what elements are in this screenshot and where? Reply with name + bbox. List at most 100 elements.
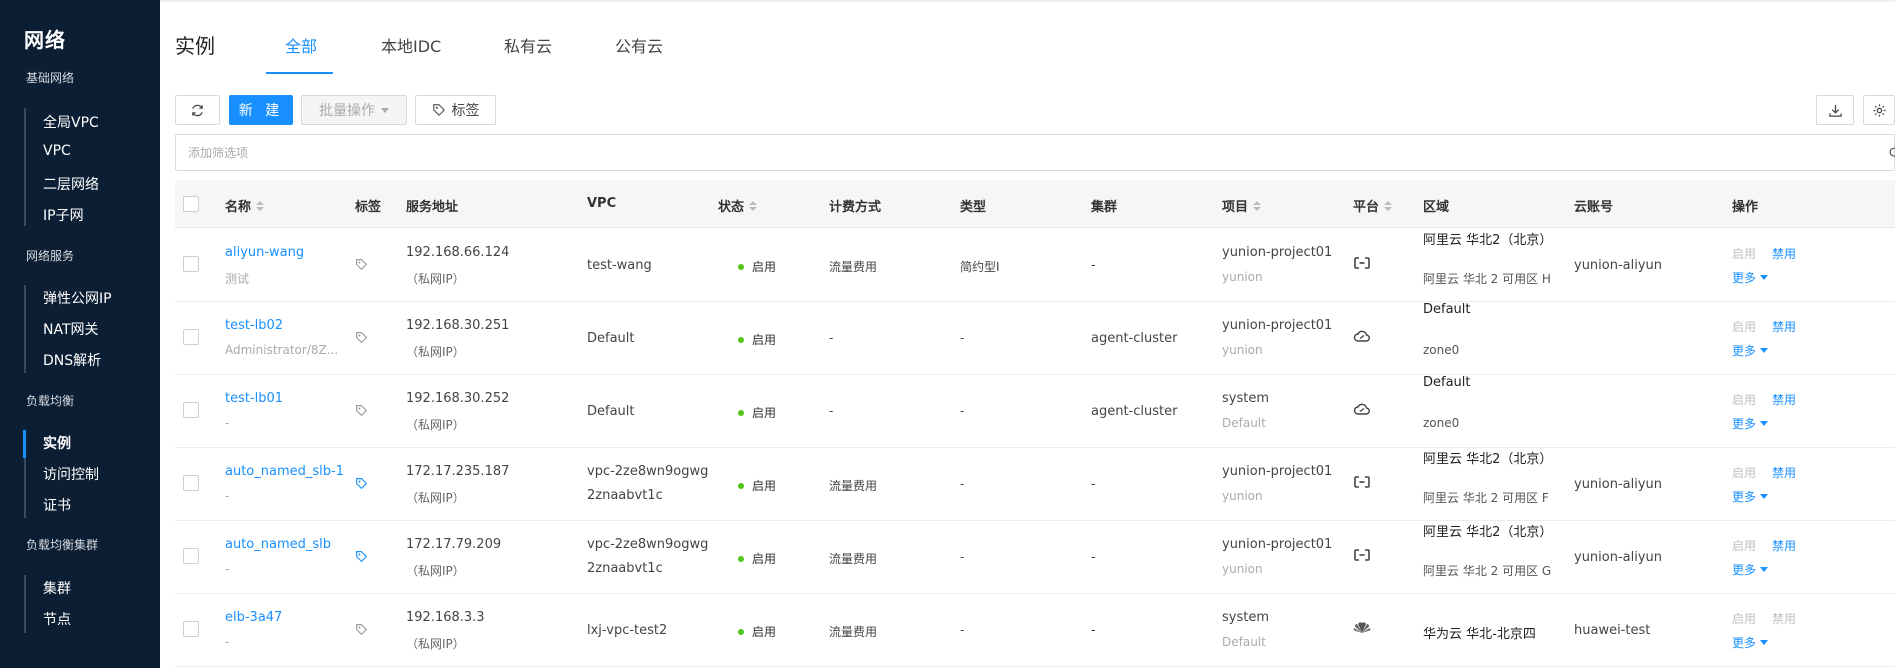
column-header-project[interactable]: 项目 — [1222, 196, 1262, 215]
column-header-region: 区域 — [1423, 196, 1449, 215]
column-header-status[interactable]: 状态 — [718, 196, 758, 215]
search-icon[interactable] — [1888, 146, 1895, 160]
page-title: 实例 — [175, 34, 215, 58]
sort-icon — [256, 200, 265, 211]
instance-description: - — [225, 416, 230, 430]
refresh-icon — [192, 104, 203, 116]
row-checkbox[interactable] — [183, 256, 199, 272]
sidebar-group-basic-network: 基础网络 — [26, 71, 75, 85]
sidebar-item-l2-network[interactable]: 二层网络 — [43, 174, 99, 194]
disable-action[interactable]: 禁用 — [1772, 464, 1796, 481]
disable-action[interactable]: 禁用 — [1772, 245, 1796, 262]
tab-public-cloud[interactable]: 公有云 — [615, 33, 663, 57]
filter-input[interactable] — [176, 135, 1826, 170]
column-header-name[interactable]: 名称 — [225, 196, 265, 215]
select-all-checkbox[interactable] — [183, 196, 199, 212]
sidebar-item-nat-gateway[interactable]: NAT网关 — [43, 319, 99, 339]
enable-action[interactable]: 启用 — [1732, 537, 1756, 554]
disable-action[interactable]: 禁用 — [1772, 610, 1796, 627]
more-actions-label: 更多 — [1732, 417, 1757, 431]
more-actions-dropdown[interactable]: 更多 — [1732, 634, 1769, 651]
sidebar-item-instance[interactable]: 实例 — [43, 433, 71, 453]
more-actions-dropdown[interactable]: 更多 — [1732, 269, 1769, 286]
tag-icon[interactable] — [355, 404, 368, 421]
sidebar-item-vpc[interactable]: VPC — [43, 143, 71, 159]
sidebar-item-acl[interactable]: 访问控制 — [43, 464, 99, 484]
instance-name-link[interactable]: auto_named_slb — [225, 537, 331, 552]
sidebar-item-global-vpc[interactable]: 全局VPC — [43, 112, 99, 132]
sidebar-item-certificate[interactable]: 证书 — [43, 495, 71, 515]
column-label: 状态 — [718, 200, 745, 215]
tag-icon[interactable] — [355, 623, 368, 640]
enable-action[interactable]: 启用 — [1732, 391, 1756, 408]
instance-name-link[interactable]: auto_named_slb-1 — [225, 464, 344, 479]
tag-icon[interactable] — [355, 258, 368, 275]
tab-local-idc[interactable]: 本地IDC — [381, 33, 441, 57]
disable-action[interactable]: 禁用 — [1772, 537, 1796, 554]
row-checkbox[interactable] — [183, 548, 199, 564]
more-actions-dropdown[interactable]: 更多 — [1732, 342, 1769, 359]
aliyun-platform-icon — [1353, 475, 1371, 493]
tag-icon[interactable] — [355, 331, 368, 348]
table-row[interactable]: auto_named_slb - 172.17.79.209 （私网IP） vp… — [175, 521, 1895, 594]
table-row[interactable]: elb-3a47 - 192.168.3.3 （私网IP） lxj-vpc-te… — [175, 594, 1895, 667]
create-button[interactable]: 新 建 — [229, 95, 293, 125]
lb-type: - — [960, 331, 965, 345]
download-button[interactable] — [1816, 95, 1854, 125]
refresh-button[interactable] — [175, 95, 220, 125]
tab-all[interactable]: 全部 — [285, 33, 317, 57]
vpc-value: lxj-vpc-test2 — [587, 623, 668, 638]
disable-action[interactable]: 禁用 — [1772, 318, 1796, 335]
row-checkbox[interactable] — [183, 621, 199, 637]
sidebar-item-ip-subnet[interactable]: IP子网 — [43, 205, 84, 225]
batch-actions-button[interactable]: 批量操作 — [301, 95, 407, 125]
instance-description: - — [225, 635, 230, 649]
table-row[interactable]: test-lb01 - 192.168.30.252 （私网IP） Defaul… — [175, 375, 1895, 448]
lb-type: - — [960, 477, 965, 491]
cloud-account: yunion-aliyun — [1574, 477, 1663, 492]
domain-name: yunion — [1222, 270, 1263, 284]
enable-action[interactable]: 启用 — [1732, 318, 1756, 335]
vpc-line-2: 2znaabvt1c — [587, 561, 663, 576]
chevron-down-icon — [1760, 567, 1769, 572]
instance-name-link[interactable]: aliyun-wang — [225, 245, 304, 260]
instance-name-link[interactable]: test-lb01 — [225, 391, 283, 406]
sidebar-item-cluster[interactable]: 集群 — [43, 578, 71, 598]
tag-button[interactable]: 标签 — [415, 95, 496, 125]
sidebar-item-dns[interactable]: DNS解析 — [43, 350, 101, 370]
row-checkbox[interactable] — [183, 475, 199, 491]
tag-icon[interactable] — [355, 477, 368, 494]
row-checkbox[interactable] — [183, 402, 199, 418]
tag-button-label: 标签 — [451, 103, 480, 119]
settings-button[interactable] — [1863, 95, 1895, 125]
enable-action[interactable]: 启用 — [1732, 610, 1756, 627]
lb-type: - — [960, 623, 965, 637]
onecloud-platform-icon — [1353, 329, 1371, 347]
table-row[interactable]: aliyun-wang 测试 192.168.66.124 （私网IP） tes… — [175, 229, 1895, 302]
disable-action[interactable]: 禁用 — [1772, 391, 1796, 408]
instance-name-link[interactable]: test-lb02 — [225, 318, 283, 333]
sidebar-item-eip[interactable]: 弹性公网IP — [43, 288, 112, 308]
more-actions-dropdown[interactable]: 更多 — [1732, 561, 1769, 578]
instance-name-link[interactable]: elb-3a47 — [225, 610, 282, 625]
table-row[interactable]: auto_named_slb-1 - 172.17.235.187 （私网IP）… — [175, 448, 1895, 521]
domain-name: yunion — [1222, 343, 1263, 357]
tab-private-cloud[interactable]: 私有云 — [504, 33, 552, 57]
sidebar-active-indicator — [23, 430, 26, 458]
status-dot — [738, 555, 744, 562]
billing-method: 流量费用 — [829, 260, 878, 274]
column-header-platform[interactable]: 平台 — [1353, 196, 1393, 215]
enable-action[interactable]: 启用 — [1732, 245, 1756, 262]
tag-icon[interactable] — [355, 550, 368, 567]
row-checkbox[interactable] — [183, 329, 199, 345]
enable-action[interactable]: 启用 — [1732, 464, 1756, 481]
status-text: 启用 — [752, 406, 777, 420]
column-header-vpc: VPC — [587, 196, 616, 211]
more-actions-dropdown[interactable]: 更多 — [1732, 415, 1769, 432]
more-actions-dropdown[interactable]: 更多 — [1732, 488, 1769, 505]
more-actions-label: 更多 — [1732, 271, 1757, 285]
sidebar-item-node[interactable]: 节点 — [43, 609, 71, 629]
more-actions-label: 更多 — [1732, 636, 1757, 650]
table-row[interactable]: test-lb02 Administrator/8Z... 192.168.30… — [175, 302, 1895, 375]
cluster-name: - — [1091, 550, 1096, 565]
